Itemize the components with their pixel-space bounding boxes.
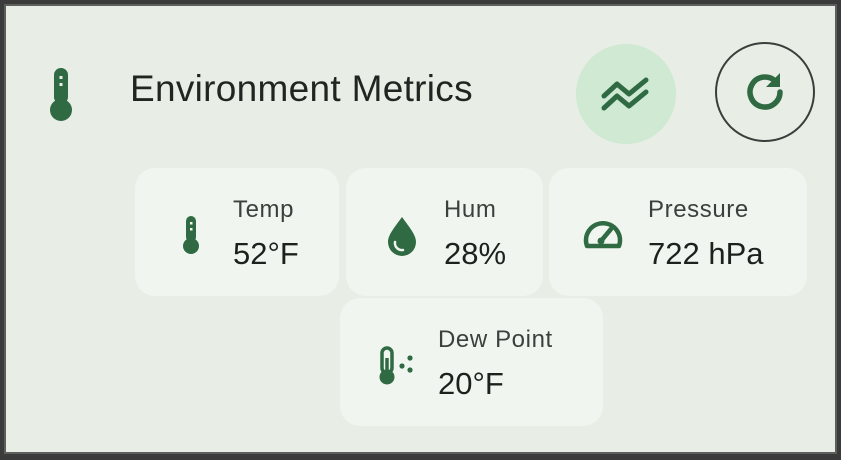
- trend-button[interactable]: [576, 44, 676, 144]
- metric-value: 722 hPa: [648, 236, 764, 271]
- water-drop-icon: [388, 217, 416, 256]
- thermometer-icon: [183, 216, 199, 254]
- metric-value: 20°F: [438, 366, 504, 401]
- gauge-icon: [583, 221, 623, 249]
- metric-label: Hum: [444, 196, 497, 223]
- metric-label: Temp: [233, 196, 295, 223]
- dew-point-icon: [379, 346, 413, 385]
- environment-metrics-card: Environment Metrics Temp 52°F Hum 28% Pr…: [4, 4, 837, 454]
- metric-tile-temp: Temp 52°F: [135, 168, 339, 296]
- metric-label: Pressure: [648, 196, 749, 223]
- metric-tile-pressure: Pressure 722 hPa: [549, 168, 807, 296]
- trending-icon: [601, 77, 649, 111]
- metric-tile-humidity: Hum 28%: [346, 168, 543, 296]
- metric-value: 52°F: [233, 236, 299, 271]
- thermometer-icon: [50, 68, 72, 121]
- metric-value: 28%: [444, 236, 507, 271]
- refresh-icon: [747, 73, 783, 110]
- page-title: Environment Metrics: [130, 68, 473, 109]
- metric-tile-dew-point: Dew Point 20°F: [340, 298, 603, 426]
- refresh-button[interactable]: [715, 42, 815, 142]
- metric-label: Dew Point: [438, 326, 553, 353]
